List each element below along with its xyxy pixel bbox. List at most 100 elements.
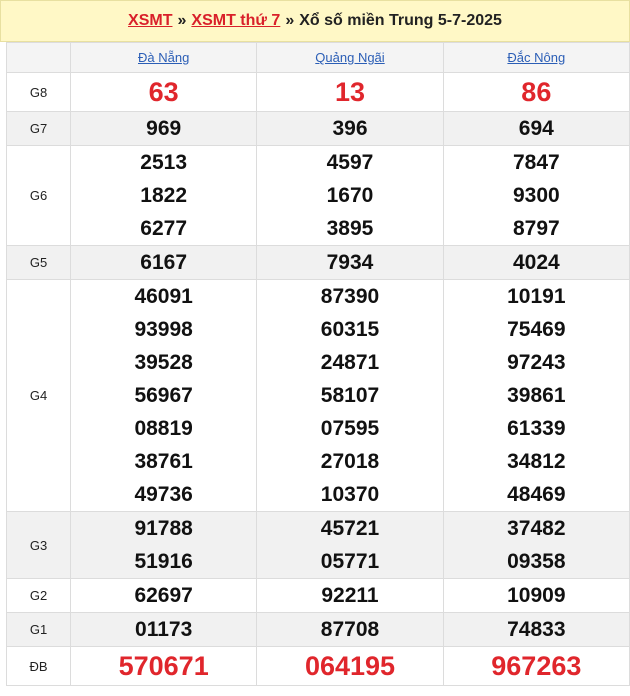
prize-cell: 62697 bbox=[69, 578, 258, 613]
province-header: Đắc Nông bbox=[442, 42, 630, 73]
prize-cell: 694 bbox=[442, 111, 630, 146]
prize-cell: 10909 bbox=[442, 578, 630, 613]
prize-number: 07595 bbox=[320, 417, 380, 440]
prize-cell: 63 bbox=[69, 72, 258, 112]
prize-row-g5: G5 6167 7934 4024 bbox=[6, 245, 630, 280]
prize-number: 4597 bbox=[326, 151, 374, 174]
prize-number: 967263 bbox=[491, 651, 582, 681]
prize-number: 74833 bbox=[507, 618, 566, 641]
prize-number: 1670 bbox=[326, 184, 374, 207]
prize-number: 05771 bbox=[320, 550, 380, 573]
prize-cell: 37482 09358 bbox=[442, 511, 630, 579]
prize-cell: 46091 93998 39528 56967 08819 38761 49736 bbox=[69, 279, 258, 512]
prize-number: 58107 bbox=[320, 384, 380, 407]
prize-label: G6 bbox=[6, 145, 71, 246]
prize-cell: 87708 bbox=[256, 612, 444, 647]
results-table: Đà Nẵng Quảng Ngãi Đắc Nông G8 63 13 86 G7 96… bbox=[6, 42, 630, 686]
breadcrumb: XSMT » XSMT thứ 7 » Xổ số miền Trung 5-7… bbox=[0, 0, 630, 42]
prize-cell: 01173 bbox=[69, 612, 258, 647]
prize-number: 37482 bbox=[507, 517, 566, 540]
prize-number: 87390 bbox=[320, 285, 380, 308]
prize-number: 6277 bbox=[140, 217, 188, 240]
prize-label: G4 bbox=[6, 279, 71, 512]
prize-row-g2: G2 62697 92211 10909 bbox=[6, 578, 630, 613]
province-link-quang-ngai[interactable]: Quảng Ngãi bbox=[315, 50, 384, 65]
prize-number: 24871 bbox=[320, 351, 380, 374]
prize-cell: 91788 51916 bbox=[69, 511, 258, 579]
prize-number: 27018 bbox=[320, 450, 380, 473]
prize-number: 49736 bbox=[134, 483, 193, 506]
prize-row-g1: G1 01173 87708 74833 bbox=[6, 612, 630, 647]
prize-number: 75469 bbox=[507, 318, 566, 341]
prize-number: 6167 bbox=[140, 251, 188, 274]
prize-number: 570671 bbox=[118, 651, 209, 681]
prize-number: 1822 bbox=[140, 184, 188, 207]
prize-number: 396 bbox=[332, 117, 368, 140]
prize-number: 97243 bbox=[507, 351, 566, 374]
prize-cell: 969 bbox=[69, 111, 258, 146]
prize-row-g3: G3 91788 51916 45721 05771 37482 09358 bbox=[6, 511, 630, 579]
prize-number: 56967 bbox=[134, 384, 193, 407]
prize-cell: 967263 bbox=[442, 646, 630, 686]
prize-label: G7 bbox=[6, 111, 71, 146]
prize-number: 8797 bbox=[512, 217, 560, 240]
province-header: Đà Nẵng bbox=[69, 42, 258, 73]
province-link-dac-nong[interactable]: Đắc Nông bbox=[507, 50, 565, 65]
prize-number: 9300 bbox=[512, 184, 560, 207]
prize-row-g8: G8 63 13 86 bbox=[6, 72, 630, 112]
prize-cell: 570671 bbox=[69, 646, 258, 686]
prize-label: G5 bbox=[6, 245, 71, 280]
prize-label: G1 bbox=[6, 612, 71, 647]
prize-row-g7: G7 969 396 694 bbox=[6, 111, 630, 146]
prize-number: 09358 bbox=[507, 550, 566, 573]
results-page: XSMT » XSMT thứ 7 » Xổ số miền Trung 5-7… bbox=[0, 0, 630, 696]
prize-number: 13 bbox=[334, 77, 366, 107]
prize-cell: 7847 9300 8797 bbox=[442, 145, 630, 246]
prize-label: G8 bbox=[6, 72, 71, 112]
prize-cell: 45721 05771 bbox=[256, 511, 444, 579]
prize-number: 92211 bbox=[321, 584, 379, 607]
prize-number: 48469 bbox=[507, 483, 566, 506]
prize-number: 63 bbox=[148, 77, 179, 107]
prize-number: 93998 bbox=[134, 318, 193, 341]
prize-number: 064195 bbox=[304, 651, 396, 681]
prize-row-g6: G6 2513 1822 6277 4597 1670 3895 7847 9300 8797 bbox=[6, 145, 630, 246]
prize-number: 39528 bbox=[134, 351, 193, 374]
prize-number: 39861 bbox=[507, 384, 566, 407]
prize-cell: 6167 bbox=[69, 245, 258, 280]
prize-number: 694 bbox=[518, 117, 554, 140]
prize-number: 51916 bbox=[134, 550, 193, 573]
breadcrumb-xsmt-thu7-link[interactable]: XSMT thứ 7 bbox=[191, 12, 280, 30]
prize-row-đb: ĐB 570671 064195 967263 bbox=[6, 646, 630, 686]
prize-number: 3895 bbox=[326, 217, 374, 240]
breadcrumb-separator: » bbox=[285, 12, 295, 29]
prize-cell: 4597 1670 3895 bbox=[256, 145, 444, 246]
prize-cell: 396 bbox=[256, 111, 444, 146]
prize-cell: 87390 60315 24871 58107 07595 27018 10370 bbox=[256, 279, 444, 512]
header-corner bbox=[6, 42, 71, 73]
prize-cell: 74833 bbox=[442, 612, 630, 647]
prize-number: 87708 bbox=[320, 618, 380, 641]
page-title: Xổ số miền Trung 5-7-2025 bbox=[299, 12, 502, 29]
prize-cell: 92211 bbox=[256, 578, 444, 613]
prize-label: G3 bbox=[6, 511, 71, 579]
prize-number: 38761 bbox=[134, 450, 193, 473]
prize-cell: 10191 75469 97243 39861 61339 34812 48469 bbox=[442, 279, 630, 512]
prize-number: 08819 bbox=[134, 417, 193, 440]
breadcrumb-separator: » bbox=[177, 12, 187, 29]
prize-number: 7934 bbox=[326, 251, 374, 274]
breadcrumb-xsmt-link[interactable]: XSMT bbox=[128, 12, 172, 30]
prize-number: 969 bbox=[146, 117, 182, 140]
prize-number: 34812 bbox=[507, 450, 566, 473]
province-link-da-nang[interactable]: Đà Nẵng bbox=[138, 50, 189, 65]
prize-number: 10191 bbox=[507, 285, 566, 308]
prize-number: 10909 bbox=[507, 584, 566, 607]
prize-cell: 86 bbox=[442, 72, 630, 112]
prize-label: ĐB bbox=[6, 646, 71, 686]
prize-number: 01173 bbox=[135, 618, 193, 641]
prize-number: 7847 bbox=[512, 151, 560, 174]
prize-number: 46091 bbox=[134, 285, 193, 308]
province-header: Quảng Ngãi bbox=[256, 42, 444, 73]
prize-cell: 2513 1822 6277 bbox=[69, 145, 258, 246]
prize-number: 10370 bbox=[320, 483, 380, 506]
